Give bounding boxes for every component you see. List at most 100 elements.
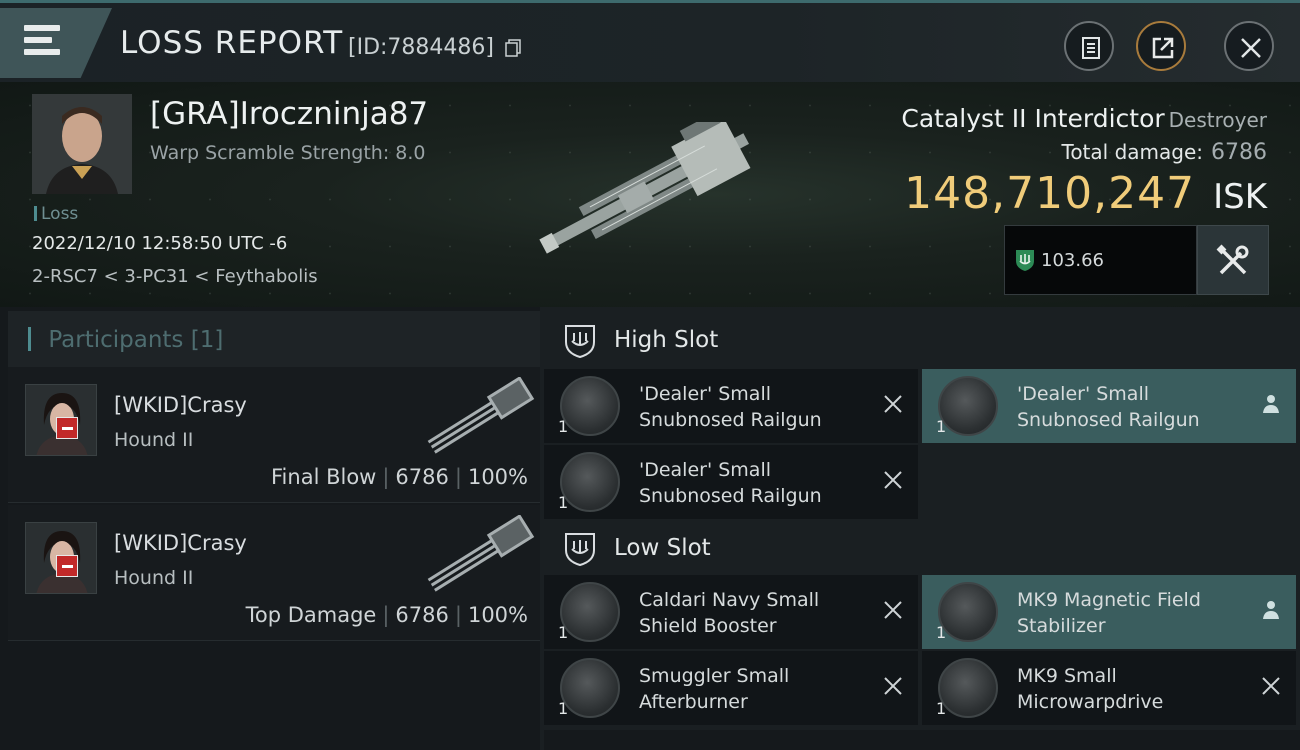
module-item[interactable]: 1 Smuggler Small Afterburner <box>544 651 918 725</box>
microwarpdrive-icon <box>938 658 998 718</box>
shield-icon <box>1016 250 1034 271</box>
weapon-icon <box>427 515 535 592</box>
high-slot-header: High Slot <box>544 309 1300 369</box>
ship-render[interactable] <box>520 122 780 262</box>
report-id: [ID:7884486] <box>348 35 494 60</box>
isk-amount: 148,710,247 <box>904 168 1196 219</box>
victim-summary: [GRA]Iroczninja87 Warp Scramble Strength… <box>0 82 1300 307</box>
module-name-line2: Snubnosed Railgun <box>1017 409 1200 431</box>
railgun-icon <box>938 376 998 436</box>
low-slot-header: Low Slot <box>544 517 1300 577</box>
module-quantity: 1 <box>558 493 569 512</box>
module-name: Smuggler Small Afterburner <box>639 663 879 715</box>
ship-class: Destroyer <box>1168 108 1267 132</box>
low-slot-label: Low Slot <box>614 535 711 561</box>
module-item[interactable]: 1 MK9 Small Microwarpdrive <box>922 651 1296 725</box>
module-name-line2: Snubnosed Railgun <box>639 409 822 431</box>
ship-name[interactable]: Catalyst II Interdictor Destroyer <box>901 104 1267 133</box>
module-name: 'Dealer' Small Snubnosed Railgun <box>1017 381 1257 433</box>
clipboard-icon <box>1082 37 1100 59</box>
portrait-image <box>32 94 132 194</box>
ship-type: Catalyst II Interdictor <box>901 104 1165 133</box>
module-name-line1: MK9 Magnetic Field <box>1017 589 1201 611</box>
module-name: MK9 Magnetic Field Stabilizer <box>1017 587 1257 639</box>
destroyed-icon <box>884 471 902 489</box>
participant-role: Top Damage <box>245 603 377 627</box>
participants-count: [1] <box>190 327 224 353</box>
module-name: 'Dealer' Small Snubnosed Railgun <box>639 381 879 433</box>
hostile-badge <box>56 417 78 439</box>
module-quantity: 1 <box>936 623 947 642</box>
module-name-line2: Snubnosed Railgun <box>639 485 822 507</box>
participants-header[interactable]: Participants [1] <box>8 311 540 367</box>
weapon-icon <box>427 377 535 454</box>
module-name-line2: Microwarpdrive <box>1017 691 1164 713</box>
module-name-line1: 'Dealer' Small <box>639 383 771 405</box>
module-name-line2: Shield Booster <box>639 615 777 637</box>
high-slot-label: High Slot <box>614 327 719 353</box>
module-quantity: 1 <box>936 417 947 436</box>
participant-role: Final Blow <box>271 465 377 489</box>
module-item[interactable]: 1 'Dealer' Small Snubnosed Railgun <box>922 369 1296 443</box>
destroyed-icon <box>1262 677 1280 695</box>
magnetic-field-stabilizer-icon <box>938 582 998 642</box>
module-item[interactable]: 1 'Dealer' Small Snubnosed Railgun <box>544 369 918 443</box>
module-name-line1: MK9 Small <box>1017 665 1117 687</box>
page-title: LOSS REPORT <box>120 25 344 61</box>
module-name-line2: Stabilizer <box>1017 615 1106 637</box>
module-item[interactable]: 1 Caldari Navy Small Shield Booster <box>544 575 918 649</box>
low-slot-icon <box>565 533 595 567</box>
module-quantity: 1 <box>936 699 947 718</box>
clipboard-button[interactable] <box>1064 21 1114 71</box>
module-quantity: 1 <box>558 417 569 436</box>
warp-scramble-strength: Warp Scramble Strength: 8.0 <box>150 142 426 164</box>
fitting-button[interactable] <box>1197 225 1269 295</box>
hostile-badge <box>56 555 78 577</box>
export-button[interactable] <box>1136 21 1186 71</box>
loss-location[interactable]: 2-RSC7 < 3-PC31 < Feythabolis <box>32 266 318 287</box>
module-name-line1: 'Dealer' Small <box>1017 383 1149 405</box>
person-icon <box>1263 601 1279 619</box>
participant-row[interactable]: [WKID]Crasy Hound II Final Blow | 6786 | 100… <box>8 367 540 503</box>
shield-booster-icon <box>560 582 620 642</box>
participant-damage: 6786 <box>395 465 449 489</box>
next-slot-header-partial <box>544 730 1300 750</box>
menu-icon[interactable] <box>24 25 64 57</box>
module-name-line1: Caldari Navy Small <box>639 589 820 611</box>
participant-damage: 6786 <box>395 603 449 627</box>
external-link-icon <box>1152 37 1174 59</box>
total-damage-label: Total damage: <box>1061 140 1204 164</box>
participant-name[interactable]: [WKID]Crasy <box>114 393 247 417</box>
close-icon <box>1241 38 1261 58</box>
total-damage-value: 6786 <box>1211 140 1267 165</box>
close-button[interactable] <box>1224 21 1274 71</box>
module-item[interactable]: 1 'Dealer' Small Snubnosed Railgun <box>544 445 918 519</box>
ehp-box: 103.66 <box>1004 225 1197 295</box>
participants-panel: Participants [1] [WKID]Crasy Hound II Fi… <box>0 307 540 750</box>
module-quantity: 1 <box>558 623 569 642</box>
fitting-panel: High Slot 1 'Dealer' Small Snubnosed Rail… <box>540 307 1300 750</box>
destroyed-icon <box>884 601 902 619</box>
module-name: 'Dealer' Small Snubnosed Railgun <box>639 457 879 509</box>
module-item[interactable]: 1 MK9 Magnetic Field Stabilizer <box>922 575 1296 649</box>
participant-ship: Hound II <box>114 567 194 589</box>
participant-row[interactable]: [WKID]Crasy Hound II Top Damage | 6786 | 100… <box>8 505 540 641</box>
high-slot-icon <box>565 325 595 359</box>
afterburner-icon <box>560 658 620 718</box>
ehp-value: 103.66 <box>1041 250 1104 271</box>
header-bar: LOSS REPORT [ID:7884486] <box>0 0 1300 82</box>
participant-name[interactable]: [WKID]Crasy <box>114 531 247 555</box>
module-name-line1: Smuggler Small <box>639 665 790 687</box>
victim-name[interactable]: [GRA]Iroczninja87 <box>150 96 428 132</box>
railgun-icon <box>560 376 620 436</box>
total-damage: Total damage: 6786 <box>1062 140 1268 165</box>
copy-icon[interactable] <box>505 39 521 57</box>
participant-stats: Top Damage | 6786 | 100% <box>245 603 528 627</box>
railgun-icon <box>560 452 620 512</box>
isk-unit: ISK <box>1213 177 1267 217</box>
participants-title: Participants [1] <box>28 327 223 353</box>
participant-percent: 100% <box>467 603 528 627</box>
module-name: Caldari Navy Small Shield Booster <box>639 587 879 639</box>
module-quantity: 1 <box>558 699 569 718</box>
victim-portrait[interactable] <box>32 94 132 194</box>
